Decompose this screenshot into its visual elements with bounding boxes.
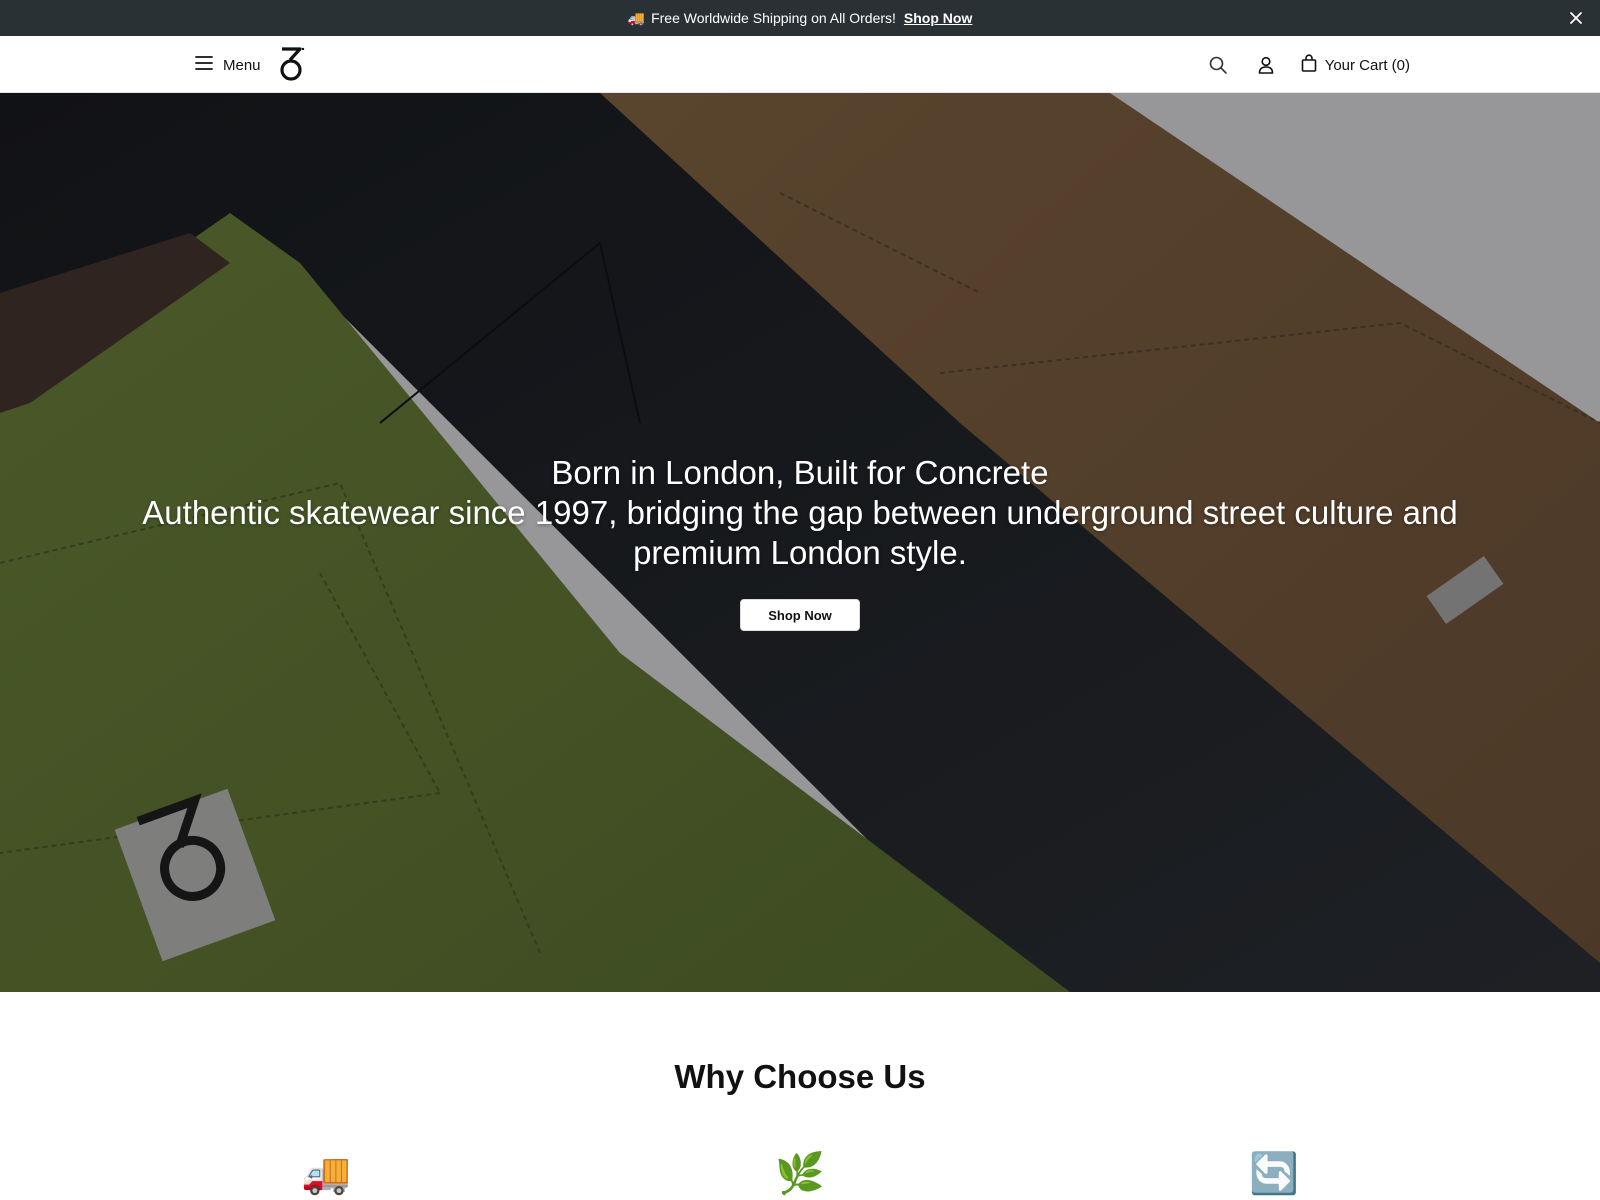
announcement-bar: 🚚 Free Worldwide Shipping on All Orders!… [0,0,1600,36]
announcement-shop-now-link[interactable]: Shop Now [904,10,972,26]
bag-icon [1301,53,1317,77]
leaf-icon: 🌿 [775,1152,825,1196]
hero-headline: Born in London, Built for Concrete [551,454,1049,491]
account-icon[interactable] [1255,54,1277,76]
announcement-message: Free Worldwide Shipping on All Orders! [651,10,896,26]
hero-shop-now-button[interactable]: Shop Now [740,599,860,631]
hero-banner: Born in London, Built for Concrete Authe… [0,93,1600,992]
header-actions: Your Cart (0) [1207,53,1410,77]
cart-button[interactable]: Your Cart (0) [1301,53,1410,77]
cart-label: Your Cart (0) [1324,56,1410,74]
why-choose-us-title: Why Choose Us [674,1058,926,1095]
truck-icon: 🚚 [627,9,646,26]
menu-label: Menu [223,56,261,74]
hero-text: Born in London, Built for Concrete Authe… [100,453,1500,573]
menu-button[interactable]: Menu [195,53,261,77]
search-icon[interactable] [1207,54,1229,76]
hero-subheadline: Authentic skatewear since 1997, bridging… [142,494,1458,571]
close-icon[interactable] [1566,8,1586,28]
menu-icon [195,55,213,76]
shipping-truck-icon: 🚚 [301,1152,351,1196]
returns-arrows-icon: 🔄 [1249,1152,1299,1196]
site-header: Menu Your Cart (0) [0,36,1600,93]
brand-logo[interactable] [278,46,306,82]
